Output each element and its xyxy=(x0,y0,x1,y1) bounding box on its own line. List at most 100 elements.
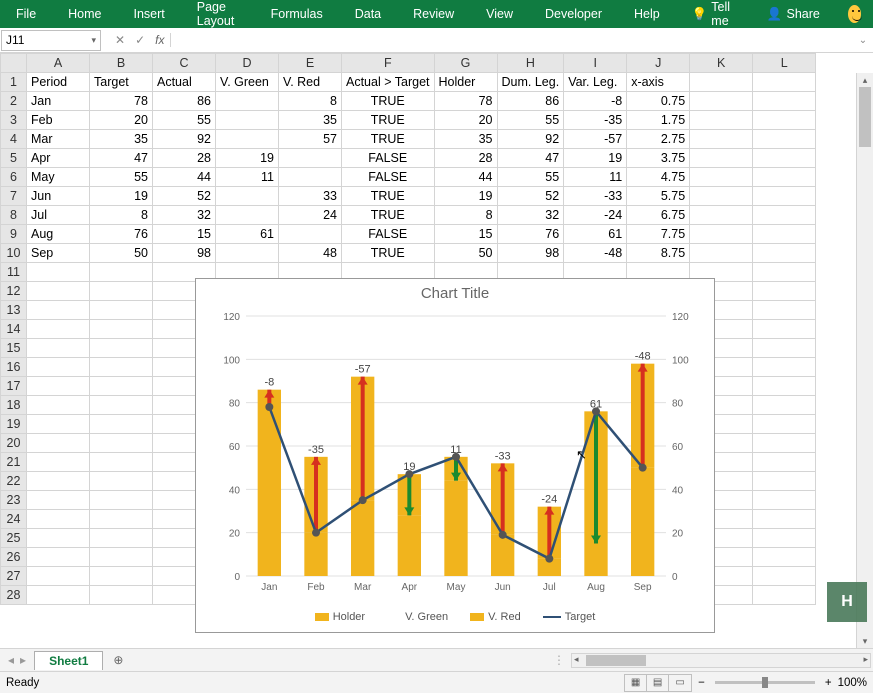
cell[interactable]: 8 xyxy=(434,206,497,225)
row-header[interactable]: 23 xyxy=(1,491,27,510)
scroll-down-icon[interactable]: ▾ xyxy=(857,634,873,648)
col-header[interactable]: F xyxy=(342,54,435,73)
cell[interactable]: -48 xyxy=(564,244,627,263)
cell[interactable]: 98 xyxy=(497,244,564,263)
cell[interactable] xyxy=(690,225,753,244)
horizontal-scrollbar[interactable]: ◂ ▸ xyxy=(571,653,871,668)
cell[interactable] xyxy=(27,510,90,529)
cell[interactable]: FALSE xyxy=(342,149,435,168)
share-button[interactable]: 👤Share xyxy=(751,7,836,22)
cell[interactable]: Dum. Leg. xyxy=(497,73,564,92)
cell[interactable]: May xyxy=(27,168,90,187)
row-header[interactable]: 26 xyxy=(1,548,27,567)
row-header[interactable]: 12 xyxy=(1,282,27,301)
vertical-scrollbar[interactable]: ▴ ▾ xyxy=(856,73,873,648)
col-header[interactable]: I xyxy=(564,54,627,73)
cell[interactable] xyxy=(753,320,816,339)
cell[interactable]: 4.75 xyxy=(627,168,690,187)
zoom-in-button[interactable]: + xyxy=(825,677,832,689)
cell[interactable] xyxy=(753,358,816,377)
tab-review[interactable]: Review xyxy=(397,0,470,28)
split-handle-icon[interactable]: ⋮ xyxy=(547,653,571,667)
cell[interactable]: 61 xyxy=(216,225,279,244)
cell[interactable] xyxy=(90,377,153,396)
formula-bar-expand-icon[interactable]: ⌄ xyxy=(853,35,873,46)
cell[interactable]: -35 xyxy=(564,111,627,130)
tab-file[interactable]: File xyxy=(0,0,52,28)
cell[interactable] xyxy=(27,396,90,415)
cell[interactable]: 11 xyxy=(564,168,627,187)
cell[interactable]: 55 xyxy=(497,168,564,187)
cell[interactable]: 1.75 xyxy=(627,111,690,130)
cell[interactable] xyxy=(279,168,342,187)
cell[interactable] xyxy=(753,377,816,396)
name-box-dropdown-icon[interactable]: ▾ xyxy=(91,35,96,46)
cell[interactable] xyxy=(27,472,90,491)
cell[interactable]: 61 xyxy=(564,225,627,244)
cell[interactable] xyxy=(753,263,816,282)
cell[interactable] xyxy=(27,320,90,339)
cell[interactable]: 44 xyxy=(434,168,497,187)
cell[interactable] xyxy=(216,92,279,111)
cell[interactable] xyxy=(90,434,153,453)
cell[interactable]: 28 xyxy=(434,149,497,168)
cell[interactable]: 57 xyxy=(279,130,342,149)
cell[interactable]: 52 xyxy=(497,187,564,206)
cell[interactable] xyxy=(216,187,279,206)
cell[interactable] xyxy=(90,529,153,548)
row-header[interactable]: 5 xyxy=(1,149,27,168)
row-header[interactable]: 9 xyxy=(1,225,27,244)
cell[interactable] xyxy=(690,149,753,168)
cell[interactable]: TRUE xyxy=(342,130,435,149)
cell[interactable]: Target xyxy=(90,73,153,92)
cell[interactable]: FALSE xyxy=(342,225,435,244)
row-header[interactable]: 13 xyxy=(1,301,27,320)
row-header[interactable]: 19 xyxy=(1,415,27,434)
cell[interactable] xyxy=(90,263,153,282)
cell[interactable] xyxy=(753,244,816,263)
row-header[interactable]: 20 xyxy=(1,434,27,453)
cell[interactable]: TRUE xyxy=(342,92,435,111)
tell-me[interactable]: 💡Tell me xyxy=(676,0,751,28)
cell[interactable] xyxy=(753,472,816,491)
cell[interactable]: 6.75 xyxy=(627,206,690,225)
view-page-layout-icon[interactable]: ▤ xyxy=(647,675,669,691)
row-header[interactable]: 15 xyxy=(1,339,27,358)
cell[interactable] xyxy=(753,282,816,301)
cell[interactable] xyxy=(690,130,753,149)
cell[interactable] xyxy=(753,491,816,510)
cell[interactable]: 15 xyxy=(153,225,216,244)
col-header[interactable]: C xyxy=(153,54,216,73)
cell[interactable]: 78 xyxy=(434,92,497,111)
cell[interactable] xyxy=(753,453,816,472)
cell[interactable]: 19 xyxy=(434,187,497,206)
row-header[interactable]: 25 xyxy=(1,529,27,548)
cell[interactable]: 52 xyxy=(153,187,216,206)
cell[interactable] xyxy=(753,225,816,244)
cell[interactable] xyxy=(27,453,90,472)
cell[interactable]: 7.75 xyxy=(627,225,690,244)
row-header[interactable]: 10 xyxy=(1,244,27,263)
row-header[interactable]: 18 xyxy=(1,396,27,415)
cancel-icon[interactable]: ✕ xyxy=(115,33,125,47)
cell[interactable] xyxy=(27,282,90,301)
cell[interactable] xyxy=(27,548,90,567)
cell[interactable]: 3.75 xyxy=(627,149,690,168)
zoom-slider[interactable] xyxy=(715,681,815,684)
cell[interactable]: 32 xyxy=(153,206,216,225)
col-header[interactable]: K xyxy=(690,54,753,73)
col-header[interactable]: D xyxy=(216,54,279,73)
cell[interactable]: V. Green xyxy=(216,73,279,92)
row-header[interactable]: 3 xyxy=(1,111,27,130)
scroll-up-icon[interactable]: ▴ xyxy=(857,73,873,87)
cell[interactable]: Period xyxy=(27,73,90,92)
cell[interactable] xyxy=(27,358,90,377)
cell[interactable]: Holder xyxy=(434,73,497,92)
cell[interactable]: 32 xyxy=(497,206,564,225)
row-header[interactable]: 1 xyxy=(1,73,27,92)
tab-view[interactable]: View xyxy=(470,0,529,28)
cell[interactable]: -24 xyxy=(564,206,627,225)
cell[interactable] xyxy=(90,472,153,491)
cell[interactable]: x-axis xyxy=(627,73,690,92)
cell[interactable] xyxy=(90,415,153,434)
